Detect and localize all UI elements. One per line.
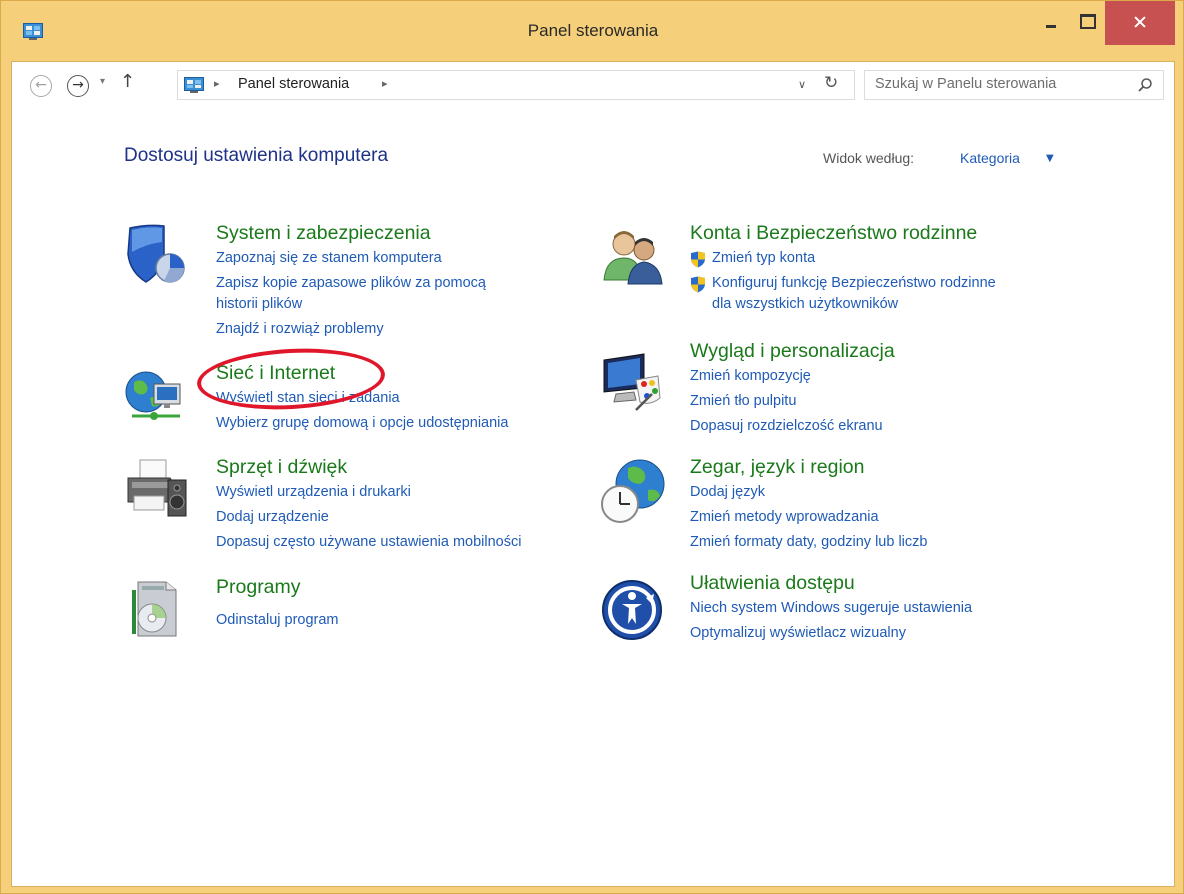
link-optimize-visual-display[interactable]: Optymalizuj wyświetlacz wizualny (690, 625, 906, 641)
link-input-methods[interactable]: Zmień metody wprowadzania (690, 509, 879, 525)
link-change-account-type[interactable]: Zmień typ konta (712, 250, 815, 266)
navigation-bar: ← → ▾ ↑ ▸ Panel sterowania ▸ ∨ ↻ Szukaj … (12, 62, 1174, 108)
search-icon[interactable] (1137, 77, 1153, 93)
window-title: Panel sterowania (527, 21, 659, 40)
refresh-icon[interactable]: ↻ (824, 73, 838, 93)
globe-clock-icon[interactable] (598, 456, 670, 528)
forward-button[interactable]: → (67, 75, 89, 97)
recent-locations-dropdown-icon[interactable]: ▾ (100, 76, 105, 87)
monitor-palette-icon[interactable] (600, 350, 664, 414)
breadcrumb-arrow-icon[interactable]: ▸ (214, 77, 220, 90)
shield-icon[interactable] (124, 222, 188, 286)
printer-icon[interactable] (124, 456, 188, 520)
breadcrumb-control-panel[interactable]: Panel sterowania (238, 76, 349, 92)
link-devices-printers[interactable]: Wyświetl urządzenia i drukarki (216, 484, 411, 500)
link-add-device[interactable]: Dodaj urządzenie (216, 509, 329, 525)
category-title-hardware-sound[interactable]: Sprzęt i dźwięk (216, 456, 347, 479)
page-title: Dostosuj ustawienia komputera (124, 145, 389, 166)
category-title-system-security[interactable]: System i zabezpieczenia (216, 222, 431, 245)
link-file-history-backup-cont[interactable]: historii plików (216, 296, 302, 312)
link-desktop-background[interactable]: Zmień tło pulpitu (690, 393, 796, 409)
view-by-caret-icon[interactable]: ▼ (1046, 153, 1054, 164)
link-homegroup-sharing[interactable]: Wybierz grupę domową i opcje udostępnian… (216, 415, 508, 431)
maximize-button[interactable] (1069, 1, 1105, 43)
address-dropdown-icon[interactable]: ∨ (798, 78, 806, 91)
link-family-safety[interactable]: Konfiguruj funkcję Bezpieczeństwo rodzin… (712, 275, 996, 291)
uac-shield-icon (691, 276, 705, 293)
link-family-safety-cont[interactable]: dla wszystkich użytkowników (712, 296, 898, 312)
link-windows-suggest-settings[interactable]: Niech system Windows sugeruje ustawienia (690, 600, 972, 616)
minimize-button[interactable] (1033, 1, 1069, 43)
close-button[interactable] (1105, 1, 1175, 45)
link-date-time-formats[interactable]: Zmień formaty daty, godziny lub liczb (690, 534, 927, 550)
title-bar[interactable]: Panel sterowania (1, 1, 1184, 61)
network-globe-icon[interactable] (124, 364, 188, 428)
search-placeholder: Szukaj w Panelu sterowania (875, 76, 1057, 92)
link-screen-resolution[interactable]: Dopasuj rozdzielczość ekranu (690, 418, 883, 434)
control-panel-icon (184, 77, 204, 93)
link-uninstall-program[interactable]: Odinstaluj program (216, 612, 339, 628)
address-bar[interactable]: ▸ Panel sterowania ▸ ∨ ↻ (177, 70, 855, 100)
view-by-label: Widok według: (823, 150, 915, 166)
category-title-accounts-family[interactable]: Konta i Bezpieczeństwo rodzinne (690, 222, 977, 245)
link-add-language[interactable]: Dodaj język (690, 484, 765, 500)
view-by-dropdown[interactable]: Kategoria (960, 150, 1020, 166)
link-mobility-settings[interactable]: Dopasuj często używane ustawienia mobiln… (216, 534, 521, 550)
control-panel-window: Panel sterowania ← → ▾ ↑ ▸ Panel sterowa… (0, 0, 1184, 894)
ease-of-access-icon[interactable] (600, 578, 664, 642)
back-button[interactable]: ← (30, 75, 52, 97)
link-file-history-backup[interactable]: Zapisz kopie zapasowe plików za pomocą (216, 275, 486, 291)
link-troubleshoot[interactable]: Znajdź i rozwiąż problemy (216, 321, 384, 337)
category-title-programs[interactable]: Programy (216, 576, 301, 599)
link-change-theme[interactable]: Zmień kompozycję (690, 368, 811, 384)
category-title-clock-language-region[interactable]: Zegar, język i region (690, 456, 865, 479)
category-title-appearance[interactable]: Wygląd i personalizacja (690, 340, 895, 363)
search-input[interactable]: Szukaj w Panelu sterowania (864, 70, 1164, 100)
users-icon[interactable] (600, 222, 664, 286)
link-review-status[interactable]: Zapoznaj się ze stanem komputera (216, 250, 442, 266)
programs-disc-icon[interactable] (124, 576, 188, 640)
breadcrumb-arrow-icon[interactable]: ▸ (382, 77, 388, 90)
link-network-status[interactable]: Wyświetl stan sieci i zadania (216, 390, 400, 406)
content-area: ← → ▾ ↑ ▸ Panel sterowania ▸ ∨ ↻ Szukaj … (11, 61, 1175, 887)
up-button[interactable]: ↑ (120, 71, 135, 92)
category-title-ease-of-access[interactable]: Ułatwienia dostępu (690, 572, 855, 595)
category-title-network-internet[interactable]: Sieć i Internet (216, 362, 335, 385)
uac-shield-icon (691, 251, 705, 268)
